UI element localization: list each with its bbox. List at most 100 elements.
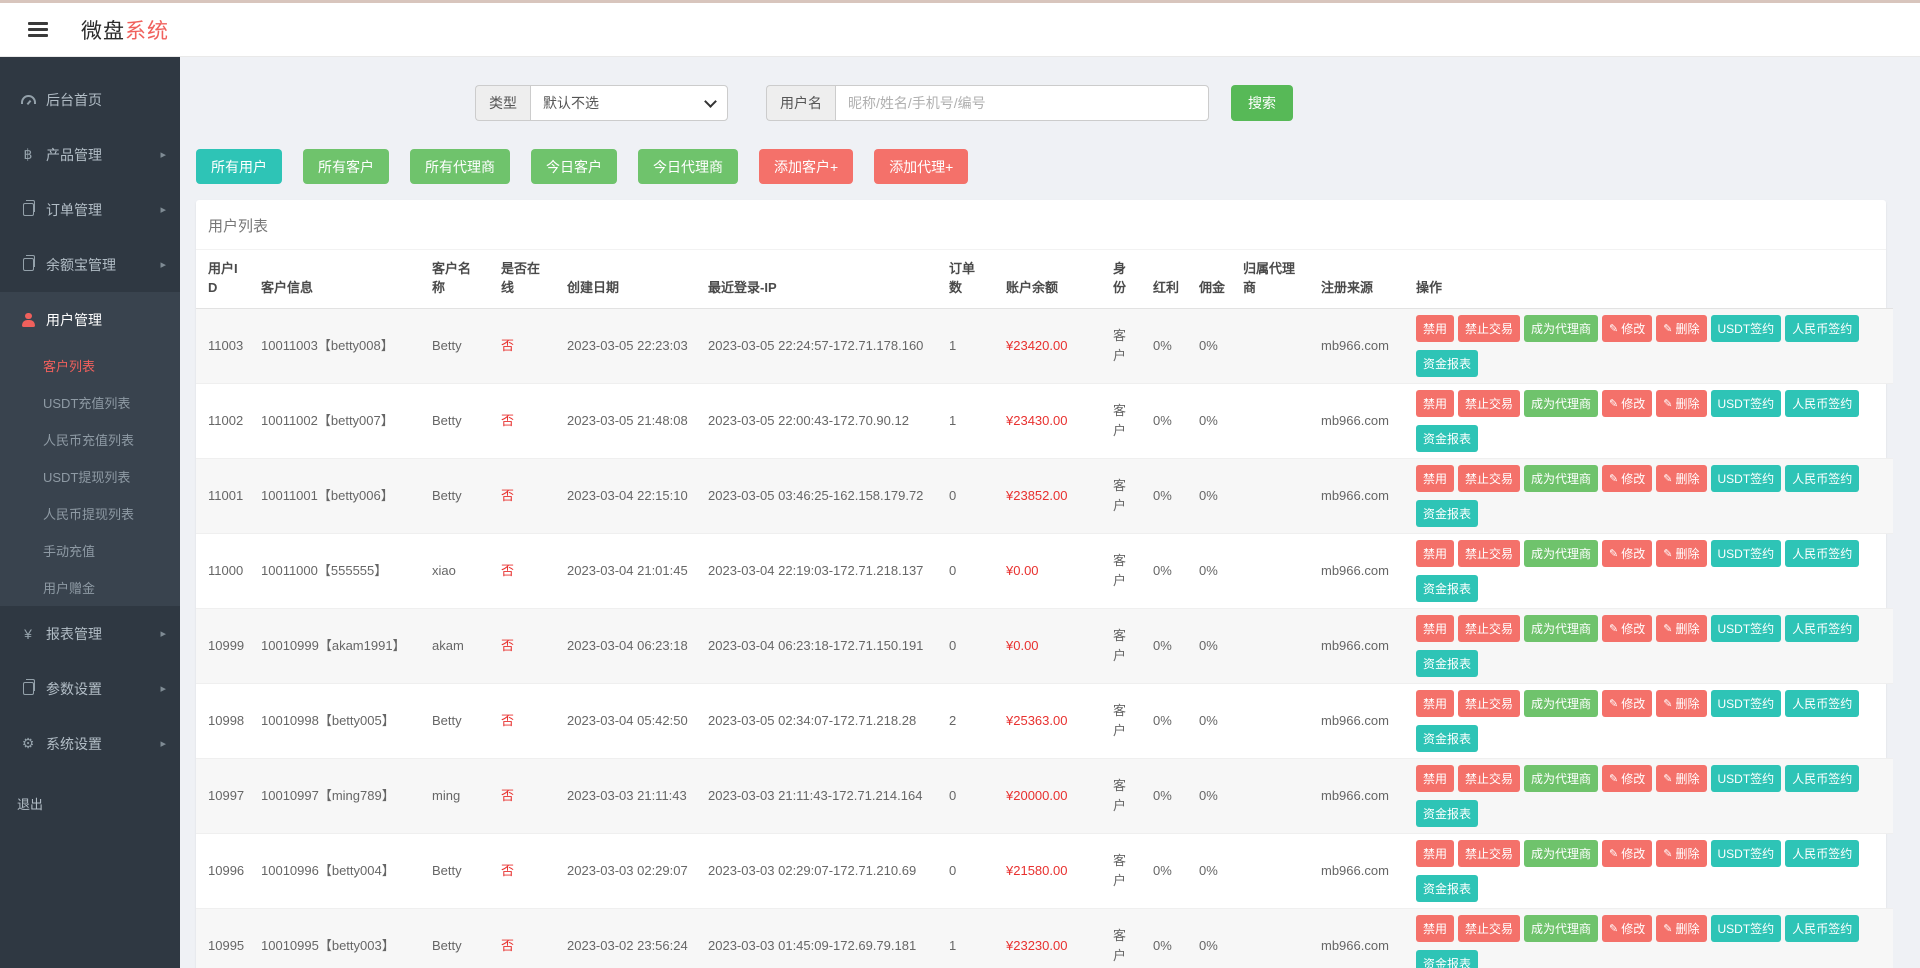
row-action-成为代理商[interactable]: 成为代理商 — [1524, 915, 1598, 942]
row-action-资金报表[interactable]: 资金报表 — [1416, 725, 1478, 752]
sidebar-item-0[interactable]: 后台首页 — [0, 72, 180, 127]
sidebar-subitem-手动充值[interactable]: 手动充值 — [0, 532, 180, 569]
row-action-资金报表[interactable]: 资金报表 — [1416, 875, 1478, 902]
toolbar-button-添加代理+[interactable]: 添加代理+ — [874, 149, 968, 184]
row-action-删除[interactable]: ✎删除 — [1656, 540, 1706, 567]
row-action-删除[interactable]: ✎删除 — [1656, 615, 1706, 642]
row-action-资金报表[interactable]: 资金报表 — [1416, 425, 1478, 452]
row-action-删除[interactable]: ✎删除 — [1656, 765, 1706, 792]
row-action-人民币签约[interactable]: 人民币签约 — [1785, 615, 1859, 642]
row-action-禁止交易[interactable]: 禁止交易 — [1458, 540, 1520, 567]
row-action-USDT签约[interactable]: USDT签约 — [1711, 390, 1782, 417]
toolbar-button-今日客户[interactable]: 今日客户 — [531, 149, 617, 184]
row-action-成为代理商[interactable]: 成为代理商 — [1524, 540, 1598, 567]
row-action-删除[interactable]: ✎删除 — [1656, 840, 1706, 867]
row-action-禁止交易[interactable]: 禁止交易 — [1458, 315, 1520, 342]
hamburger-menu-icon[interactable] — [28, 19, 48, 41]
row-action-人民币签约[interactable]: 人民币签约 — [1785, 390, 1859, 417]
search-button[interactable]: 搜索 — [1231, 85, 1293, 121]
row-action-禁止交易[interactable]: 禁止交易 — [1458, 465, 1520, 492]
row-action-资金报表[interactable]: 资金报表 — [1416, 650, 1478, 677]
row-action-成为代理商[interactable]: 成为代理商 — [1524, 390, 1598, 417]
sidebar-subitem-USDT充值列表[interactable]: USDT充值列表 — [0, 384, 180, 421]
row-action-USDT签约[interactable]: USDT签约 — [1711, 540, 1782, 567]
row-action-资金报表[interactable]: 资金报表 — [1416, 575, 1478, 602]
row-action-成为代理商[interactable]: 成为代理商 — [1524, 765, 1598, 792]
row-action-删除[interactable]: ✎删除 — [1656, 315, 1706, 342]
chevron-right-icon: ▸ — [160, 203, 166, 216]
row-action-USDT签约[interactable]: USDT签约 — [1711, 840, 1782, 867]
row-action-USDT签约[interactable]: USDT签约 — [1711, 315, 1782, 342]
sidebar-item-6[interactable]: 参数设置▸ — [0, 661, 180, 716]
row-action-人民币签约[interactable]: 人民币签约 — [1785, 765, 1859, 792]
row-action-人民币签约[interactable]: 人民币签约 — [1785, 915, 1859, 942]
sidebar-item-5[interactable]: ¥报表管理▸ — [0, 606, 180, 661]
row-action-禁止交易[interactable]: 禁止交易 — [1458, 390, 1520, 417]
sidebar-subitem-用户赠金[interactable]: 用户赠金 — [0, 569, 180, 606]
sidebar-subitem-客户列表[interactable]: 客户列表 — [0, 347, 180, 384]
row-action-禁用[interactable]: 禁用 — [1416, 840, 1454, 867]
row-action-USDT签约[interactable]: USDT签约 — [1711, 765, 1782, 792]
row-action-禁止交易[interactable]: 禁止交易 — [1458, 615, 1520, 642]
row-action-资金报表[interactable]: 资金报表 — [1416, 800, 1478, 827]
row-action-成为代理商[interactable]: 成为代理商 — [1524, 465, 1598, 492]
sidebar-subitem-USDT提现列表[interactable]: USDT提现列表 — [0, 458, 180, 495]
row-action-成为代理商[interactable]: 成为代理商 — [1524, 315, 1598, 342]
row-action-人民币签约[interactable]: 人民币签约 — [1785, 315, 1859, 342]
row-action-修改[interactable]: ✎修改 — [1602, 390, 1652, 417]
toolbar-button-所有客户[interactable]: 所有客户 — [303, 149, 389, 184]
row-action-修改[interactable]: ✎修改 — [1602, 615, 1652, 642]
row-action-资金报表[interactable]: 资金报表 — [1416, 950, 1478, 968]
row-action-成为代理商[interactable]: 成为代理商 — [1524, 615, 1598, 642]
row-action-禁止交易[interactable]: 禁止交易 — [1458, 915, 1520, 942]
row-action-USDT签约[interactable]: USDT签约 — [1711, 915, 1782, 942]
type-select[interactable]: 默认不选 — [530, 85, 728, 121]
row-action-成为代理商[interactable]: 成为代理商 — [1524, 840, 1598, 867]
row-action-人民币签约[interactable]: 人民币签约 — [1785, 465, 1859, 492]
toolbar-button-所有代理商[interactable]: 所有代理商 — [410, 149, 510, 184]
row-action-禁止交易[interactable]: 禁止交易 — [1458, 840, 1520, 867]
row-action-成为代理商[interactable]: 成为代理商 — [1524, 690, 1598, 717]
row-action-禁用[interactable]: 禁用 — [1416, 765, 1454, 792]
row-action-禁止交易[interactable]: 禁止交易 — [1458, 690, 1520, 717]
row-action-禁用[interactable]: 禁用 — [1416, 390, 1454, 417]
row-action-人民币签约[interactable]: 人民币签约 — [1785, 540, 1859, 567]
row-action-人民币签约[interactable]: 人民币签约 — [1785, 690, 1859, 717]
row-action-USDT签约[interactable]: USDT签约 — [1711, 615, 1782, 642]
sidebar-item-7[interactable]: ⚙系统设置▸ — [0, 716, 180, 771]
row-action-资金报表[interactable]: 资金报表 — [1416, 350, 1478, 377]
row-action-禁止交易[interactable]: 禁止交易 — [1458, 765, 1520, 792]
row-action-禁用[interactable]: 禁用 — [1416, 540, 1454, 567]
row-action-修改[interactable]: ✎修改 — [1602, 540, 1652, 567]
sidebar-item-4[interactable]: 用户管理 — [0, 292, 180, 347]
row-action-USDT签约[interactable]: USDT签约 — [1711, 465, 1782, 492]
sidebar-item-1[interactable]: ฿产品管理▸ — [0, 127, 180, 182]
sidebar-item-2[interactable]: 订单管理▸ — [0, 182, 180, 237]
row-action-修改[interactable]: ✎修改 — [1602, 690, 1652, 717]
row-action-删除[interactable]: ✎删除 — [1656, 915, 1706, 942]
row-action-修改[interactable]: ✎修改 — [1602, 315, 1652, 342]
row-action-修改[interactable]: ✎修改 — [1602, 765, 1652, 792]
row-action-禁用[interactable]: 禁用 — [1416, 915, 1454, 942]
toolbar-button-今日代理商[interactable]: 今日代理商 — [638, 149, 738, 184]
username-input[interactable] — [835, 85, 1209, 121]
row-action-删除[interactable]: ✎删除 — [1656, 390, 1706, 417]
row-action-禁用[interactable]: 禁用 — [1416, 615, 1454, 642]
row-action-修改[interactable]: ✎修改 — [1602, 840, 1652, 867]
sidebar-item-logout[interactable]: 退出 — [0, 779, 180, 827]
row-action-人民币签约[interactable]: 人民币签约 — [1785, 840, 1859, 867]
sidebar-item-3[interactable]: 余额宝管理▸ — [0, 237, 180, 292]
sidebar-subitem-人民币充值列表[interactable]: 人民币充值列表 — [0, 421, 180, 458]
toolbar-button-添加客户+[interactable]: 添加客户+ — [759, 149, 853, 184]
toolbar-button-所有用户[interactable]: 所有用户 — [196, 149, 282, 184]
row-action-删除[interactable]: ✎删除 — [1656, 690, 1706, 717]
row-action-修改[interactable]: ✎修改 — [1602, 465, 1652, 492]
row-action-USDT签约[interactable]: USDT签约 — [1711, 690, 1782, 717]
row-action-删除[interactable]: ✎删除 — [1656, 465, 1706, 492]
row-action-禁用[interactable]: 禁用 — [1416, 465, 1454, 492]
row-action-禁用[interactable]: 禁用 — [1416, 315, 1454, 342]
row-action-禁用[interactable]: 禁用 — [1416, 690, 1454, 717]
row-action-资金报表[interactable]: 资金报表 — [1416, 500, 1478, 527]
row-action-修改[interactable]: ✎修改 — [1602, 915, 1652, 942]
sidebar-subitem-人民币提现列表[interactable]: 人民币提现列表 — [0, 495, 180, 532]
